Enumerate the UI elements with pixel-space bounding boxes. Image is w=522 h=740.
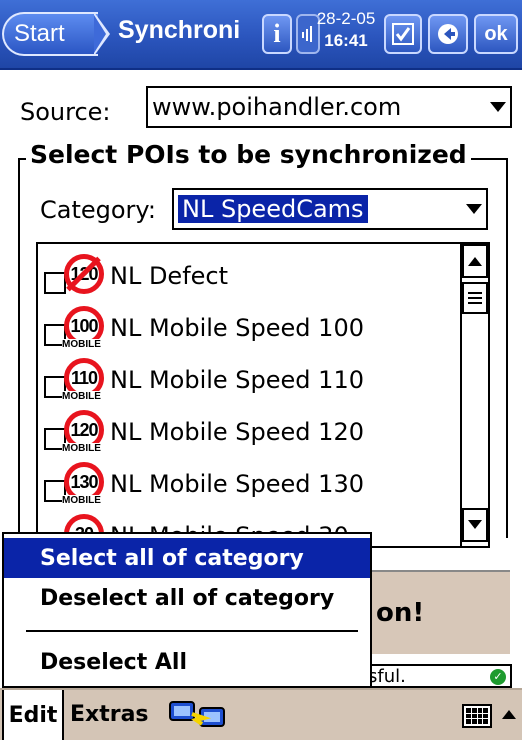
menu-separator — [26, 630, 358, 632]
ok-button[interactable]: ok — [474, 14, 518, 54]
list-item[interactable]: 130 MOBILE NL Mobile Speed 130 — [44, 460, 454, 508]
status-text: sful. — [368, 665, 406, 687]
poi-listbox[interactable]: 120NL Defect100MOBILENL Mobile Speed 100… — [36, 242, 490, 548]
category-dropdown[interactable]: NL SpeedCams — [172, 188, 488, 230]
scroll-down-icon — [468, 520, 482, 529]
edit-popup-menu: Select all of category Deselect all of c… — [2, 532, 372, 688]
clock[interactable]: 28-2-05 16:41 — [314, 8, 378, 52]
scroll-up-button[interactable] — [462, 244, 488, 278]
group-title: Select POIs to be synchronized — [26, 140, 471, 169]
clock-time: 16:41 — [324, 31, 368, 50]
app-title: Synchroni — [118, 16, 241, 44]
list-item-label: NL Mobile Speed 100 — [110, 314, 364, 342]
menu-item-label: Deselect All — [40, 649, 187, 675]
list-item-label: NL Mobile Speed 130 — [110, 470, 364, 498]
start-label: Start — [14, 20, 65, 47]
list-item-label: NL Mobile Speed 110 — [110, 366, 364, 394]
synchronize-label: on! — [376, 598, 425, 628]
status-field: sful. ✓ — [364, 664, 512, 688]
speed-sign-icon: 120 MOBILE — [62, 410, 104, 454]
list-item[interactable]: 120 MOBILE NL Mobile Speed 120 — [44, 408, 454, 456]
checkbox[interactable] — [44, 272, 66, 294]
speed-sign-icon: 100 MOBILE — [62, 306, 104, 350]
chevron-down-icon[interactable] — [490, 102, 506, 112]
source-dropdown[interactable]: www.poihandler.com — [146, 86, 512, 128]
chevron-down-icon[interactable] — [466, 204, 482, 214]
speed-sign-icon: 120 — [64, 254, 104, 298]
title-bar: Start Synchroni i 28-2-05 16:41 ok — [0, 0, 522, 70]
menu-item-deselect-all[interactable]: Deselect All — [4, 642, 370, 682]
speed-sign-icon: 130 MOBILE — [62, 462, 104, 506]
back-arrow-graphic — [438, 24, 458, 44]
category-value: NL SpeedCams — [178, 195, 368, 223]
clock-date: 28-2-05 — [316, 9, 376, 28]
scrollbar[interactable] — [460, 244, 488, 546]
menu-item-select-all-of-category[interactable]: Select all of category — [4, 538, 370, 578]
list-item-label: NL Defect — [110, 262, 229, 290]
scroll-up-icon — [468, 257, 482, 266]
speed-sign-icon: 110 MOBILE — [62, 358, 104, 402]
menu-edit[interactable]: Edit — [2, 690, 64, 740]
volume-bars-graphic — [302, 26, 312, 42]
ok-label: ok — [484, 22, 508, 45]
start-arrow-inner — [94, 15, 106, 53]
source-label: Source: — [20, 98, 111, 126]
synchronize-button[interactable]: on! — [364, 570, 510, 654]
category-label: Category: — [40, 196, 156, 224]
keyboard-icon[interactable] — [462, 704, 492, 728]
info-label: i — [273, 19, 281, 48]
list-item[interactable]: 100 MOBILE NL Mobile Speed 100 — [44, 304, 454, 352]
menu-item-label: Deselect all of category — [40, 585, 335, 611]
list-item[interactable]: 110 MOBILE NL Mobile Speed 110 — [44, 356, 454, 404]
back-icon[interactable] — [428, 14, 468, 54]
menu-item-label: Select all of category — [40, 545, 304, 571]
scroll-thumb[interactable] — [462, 282, 488, 314]
menu-item-deselect-all-of-category[interactable]: Deselect all of category — [4, 578, 370, 618]
tasks-icon[interactable] — [384, 14, 422, 54]
scroll-down-button[interactable] — [462, 508, 488, 542]
list-item-label: NL Mobile Speed 120 — [110, 418, 364, 446]
sync-icon[interactable] — [168, 698, 228, 732]
check-icon: ✓ — [490, 669, 506, 685]
up-arrow-icon[interactable] — [502, 710, 516, 719]
menu-edit-label: Edit — [8, 702, 58, 728]
start-button[interactable]: Start — [2, 12, 98, 56]
tasks-graphic — [392, 23, 414, 45]
info-icon[interactable]: i — [262, 14, 292, 54]
list-item[interactable]: 120NL Defect — [44, 252, 454, 300]
menu-bar: Edit Extras — [0, 688, 522, 740]
menu-extras[interactable]: Extras — [70, 702, 149, 727]
source-value: www.poihandler.com — [152, 93, 402, 121]
